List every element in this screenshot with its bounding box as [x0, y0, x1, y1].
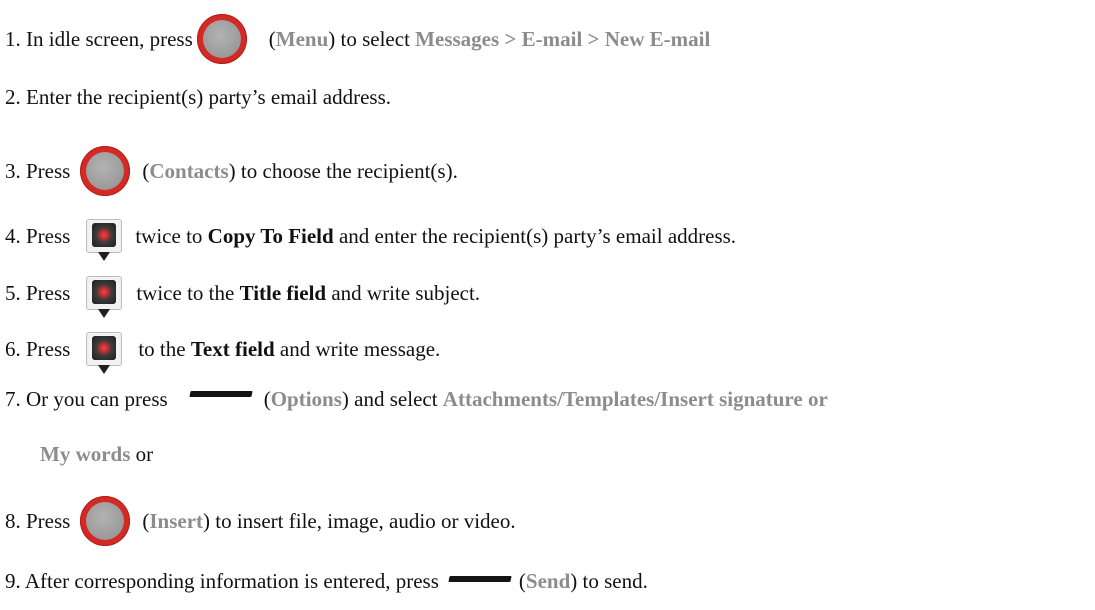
step-4-mid: twice to — [135, 224, 208, 248]
step-1-tail: ) to select — [328, 27, 416, 51]
contacts-key-icon — [80, 146, 131, 196]
step-5-tail: and write subject. — [326, 281, 481, 305]
step-6-mid: to the — [138, 337, 191, 361]
step-6-text: 6. Press — [5, 337, 71, 361]
insert-label: Insert — [149, 509, 204, 533]
step-7: 7. Or you can press (Options) and select… — [5, 386, 828, 412]
nav-down-key-icon — [86, 332, 123, 374]
step-8-paren: ( — [142, 509, 150, 533]
my-words-label: My words — [40, 442, 131, 466]
step-7-paren: ( — [263, 387, 271, 411]
options-soft-key-icon — [189, 391, 253, 397]
step-8: 8. Press (Insert) to insert file, image,… — [5, 496, 516, 546]
nav-down-key-icon — [86, 219, 123, 261]
step-4-tail: and enter the recipient(s) party’s email… — [333, 224, 737, 248]
step-7-text: 7. Or you can press — [5, 387, 168, 411]
step-2-text: 2. Enter the recipient(s) party’s email … — [5, 85, 392, 109]
options-label: Options — [270, 387, 342, 411]
step-3-paren: ( — [142, 159, 150, 183]
step-9: 9. After corresponding information is en… — [5, 568, 648, 594]
send-label: Send — [525, 569, 571, 593]
attachments-options: Attachments/Templates/Insert signature o… — [442, 387, 828, 411]
step-7-tail: ) and select — [341, 387, 443, 411]
step-3-text: 3. Press — [5, 159, 71, 183]
title-field-label: Title field — [239, 281, 327, 305]
step-7-or: or — [130, 442, 154, 466]
step-4: 4. Press twice to Copy To Field and ente… — [5, 211, 736, 261]
step-5-mid: twice to the — [136, 281, 240, 305]
step-1-text: 1. In idle screen, press — [5, 27, 193, 51]
step-5-text: 5. Press — [5, 281, 71, 305]
menu-key-icon — [196, 14, 247, 64]
step-1: 1. In idle screen, press (Menu) to selec… — [5, 14, 710, 64]
step-9-paren: ( — [518, 569, 526, 593]
nav-down-key-icon — [86, 276, 123, 318]
step-3-tail: ) to choose the recipient(s). — [228, 159, 458, 183]
send-soft-key-icon — [448, 576, 512, 582]
step-7-continued: My words or — [40, 441, 153, 467]
step-6: 6. Press to the Text field and write mes… — [5, 324, 440, 374]
insert-key-icon — [80, 496, 131, 546]
step-8-text: 8. Press — [5, 509, 71, 533]
step-8-tail: ) to insert file, image, audio or video. — [203, 509, 516, 533]
step-3: 3. Press (Contacts) to choose the recipi… — [5, 146, 458, 196]
menu-label: Menu — [275, 27, 329, 51]
text-field-label: Text field — [190, 337, 275, 361]
menu-path: Messages > E-mail > New E-mail — [415, 27, 711, 51]
step-4-text: 4. Press — [5, 224, 71, 248]
step-9-text: 9. After corresponding information is en… — [5, 569, 439, 593]
step-6-tail: and write message. — [274, 337, 441, 361]
step-1-paren: ( — [268, 27, 276, 51]
contacts-label: Contacts — [149, 159, 229, 183]
step-2: 2. Enter the recipient(s) party’s email … — [5, 84, 391, 110]
copy-to-field-label: Copy To Field — [207, 224, 334, 248]
step-5: 5. Press twice to the Title field and wr… — [5, 268, 480, 318]
step-9-tail: ) to send. — [570, 569, 648, 593]
